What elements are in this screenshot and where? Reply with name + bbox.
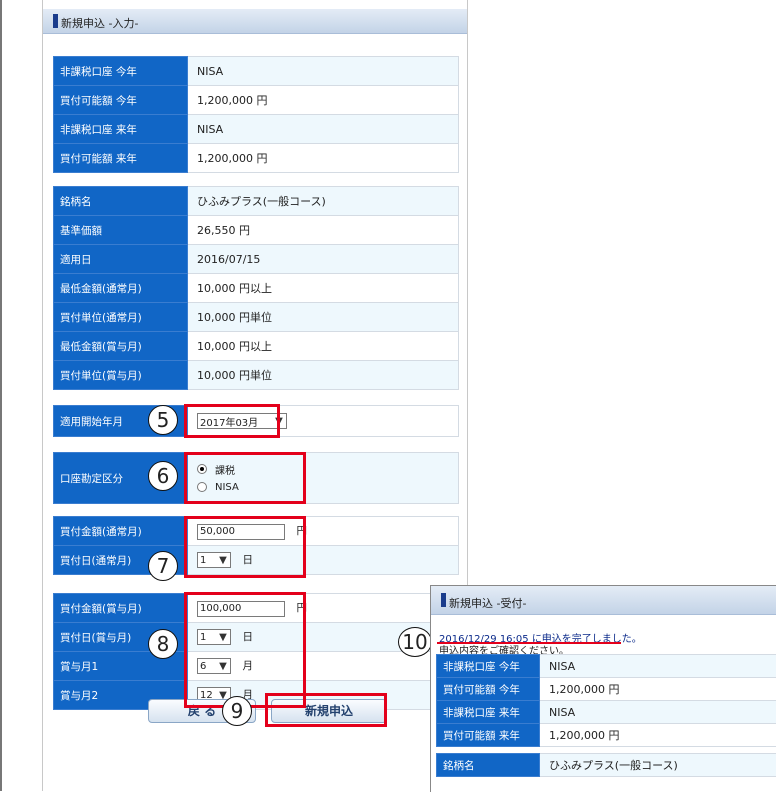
callout-number: 5 xyxy=(148,405,178,435)
row-value: 10,000 円以上 xyxy=(188,274,459,303)
row-label: 買付金額(通常月) xyxy=(54,517,188,546)
row-label: 買付可能額 来年 xyxy=(54,144,188,173)
highlight-box-6 xyxy=(184,452,306,504)
row-value: 1,200,000 円 xyxy=(540,678,776,701)
highlight-box-7 xyxy=(184,516,306,578)
row-label: 最低金額(賞与月) xyxy=(54,332,188,361)
row-label: 非課税口座 今年 xyxy=(54,57,188,86)
row-label: 買付可能額 今年 xyxy=(54,86,188,115)
table-row: 非課税口座 来年 NISA xyxy=(437,701,776,724)
table-row: 銘柄名 ひふみプラス(一般コース) xyxy=(54,187,459,216)
row-label: 買付金額(賞与月) xyxy=(54,594,188,623)
table-row: 適用日 2016/07/15 xyxy=(54,245,459,274)
row-value: NISA xyxy=(540,701,776,724)
row-value: 10,000 円単位 xyxy=(188,303,459,332)
callout-number: 7 xyxy=(148,551,178,581)
table-row: 買付単位(賞与月) 10,000 円単位 xyxy=(54,361,459,390)
panel-header: 新規申込 -入力- xyxy=(43,9,467,34)
receipt-panel: 新規申込 -受付- 2016/12/29 16:05 に申込を完了しました。 申… xyxy=(430,585,776,792)
row-value: 10,000 円単位 xyxy=(188,361,459,390)
table-row: 最低金額(通常月) 10,000 円以上 xyxy=(54,274,459,303)
receipt-account-table: 非課税口座 今年 NISA 買付可能額 今年 1,200,000 円 非課税口座… xyxy=(436,654,776,747)
row-label: 銘柄名 xyxy=(437,754,540,777)
row-label: 適用日 xyxy=(54,245,188,274)
row-label: 非課税口座 来年 xyxy=(437,701,540,724)
row-value: 1,200,000 円 xyxy=(540,724,776,747)
row-label: 銘柄名 xyxy=(54,187,188,216)
table-row: 買付可能額 来年 1,200,000 円 xyxy=(437,724,776,747)
table-row: 最低金額(賞与月) 10,000 円以上 xyxy=(54,332,459,361)
row-label: 買付可能額 来年 xyxy=(437,724,540,747)
table-row: 買付可能額 来年 1,200,000 円 xyxy=(54,144,459,173)
highlight-box-5 xyxy=(184,404,280,438)
row-label: 最低金額(通常月) xyxy=(54,274,188,303)
row-value: 1,200,000 円 xyxy=(188,144,459,173)
receipt-fund-table: 銘柄名 ひふみプラス(一般コース) xyxy=(436,753,776,777)
header-marker xyxy=(441,593,446,607)
callout-number: 10 xyxy=(398,627,432,657)
row-value: NISA xyxy=(188,115,459,144)
fund-info-table: 銘柄名 ひふみプラス(一般コース) 基準価額 26,550 円 適用日 2016… xyxy=(53,186,459,390)
table-row: 買付可能額 今年 1,200,000 円 xyxy=(54,86,459,115)
table-row: 銘柄名 ひふみプラス(一般コース) xyxy=(437,754,776,777)
row-label: 非課税口座 今年 xyxy=(437,655,540,678)
table-row: 非課税口座 来年 NISA xyxy=(54,115,459,144)
table-row: 基準価額 26,550 円 xyxy=(54,216,459,245)
row-value: 10,000 円以上 xyxy=(188,332,459,361)
header-marker xyxy=(53,14,58,28)
account-info-table: 非課税口座 今年 NISA 買付可能額 今年 1,200,000 円 非課税口座… xyxy=(53,56,459,173)
row-value: 2016/07/15 xyxy=(188,245,459,274)
left-border xyxy=(0,0,2,791)
row-label: 買付単位(通常月) xyxy=(54,303,188,332)
table-row: 非課税口座 今年 NISA xyxy=(54,57,459,86)
row-value: ひふみプラス(一般コース) xyxy=(188,187,459,216)
table-row: 買付単位(通常月) 10,000 円単位 xyxy=(54,303,459,332)
row-value: 26,550 円 xyxy=(188,216,459,245)
row-value: NISA xyxy=(188,57,459,86)
highlight-box-8 xyxy=(184,592,306,708)
table-row: 買付可能額 今年 1,200,000 円 xyxy=(437,678,776,701)
highlight-box-9 xyxy=(265,693,387,727)
receipt-title: 新規申込 -受付- xyxy=(449,595,526,611)
table-row: 非課税口座 今年 NISA xyxy=(437,655,776,678)
page-title: 新規申込 -入力- xyxy=(61,15,138,31)
row-value: ひふみプラス(一般コース) xyxy=(540,754,776,777)
row-label: 非課税口座 来年 xyxy=(54,115,188,144)
row-label: 基準価額 xyxy=(54,216,188,245)
receipt-header: 新規申込 -受付- xyxy=(431,586,776,615)
callout-number: 8 xyxy=(148,629,178,659)
row-value: 1,200,000 円 xyxy=(188,86,459,115)
row-value: NISA xyxy=(540,655,776,678)
callout-number: 6 xyxy=(148,461,178,491)
callout-number: 9 xyxy=(222,696,252,726)
row-label: 買付単位(賞与月) xyxy=(54,361,188,390)
row-label: 買付可能額 今年 xyxy=(437,678,540,701)
